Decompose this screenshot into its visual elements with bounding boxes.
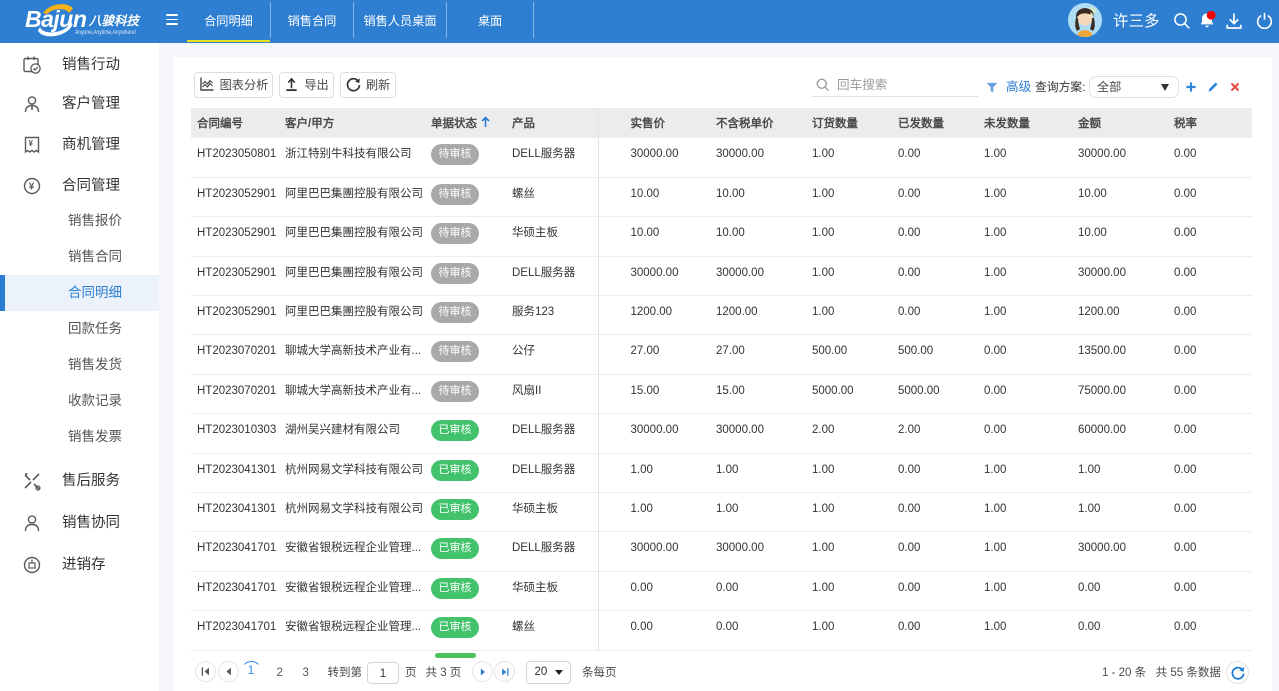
- svg-text:八骏科技: 八骏科技: [88, 14, 142, 28]
- svg-text:¥: ¥: [29, 139, 34, 148]
- svg-text:Anyone,Anytime,Anywhere!: Anyone,Anytime,Anywhere!: [75, 29, 136, 36]
- svg-text:¥: ¥: [29, 182, 35, 193]
